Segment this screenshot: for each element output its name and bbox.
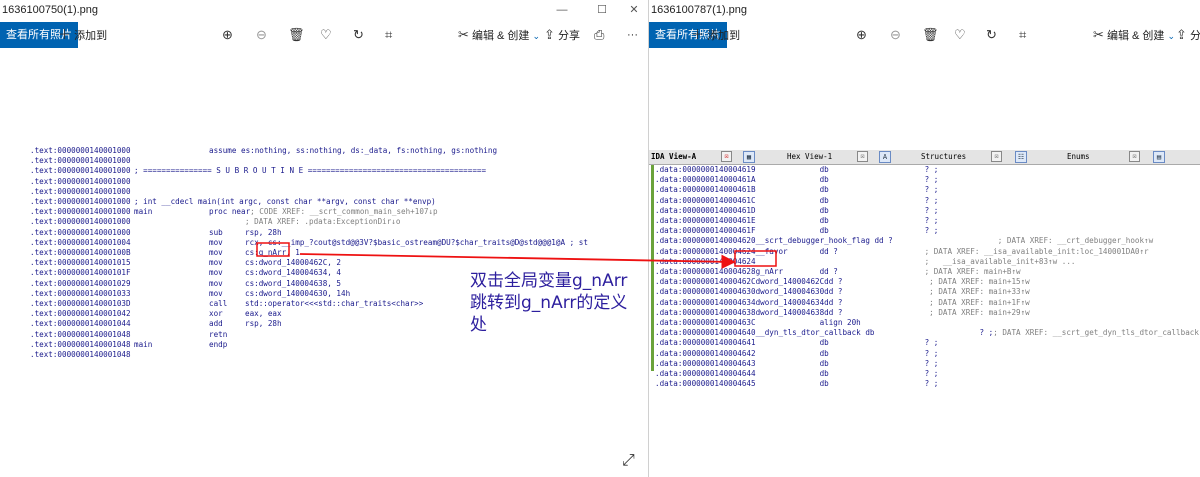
jump-arrow — [299, 253, 736, 269]
highlight-box-right — [734, 250, 777, 267]
jump-arrow-overlay — [256, 242, 777, 269]
highlight-box-left — [256, 242, 290, 257]
